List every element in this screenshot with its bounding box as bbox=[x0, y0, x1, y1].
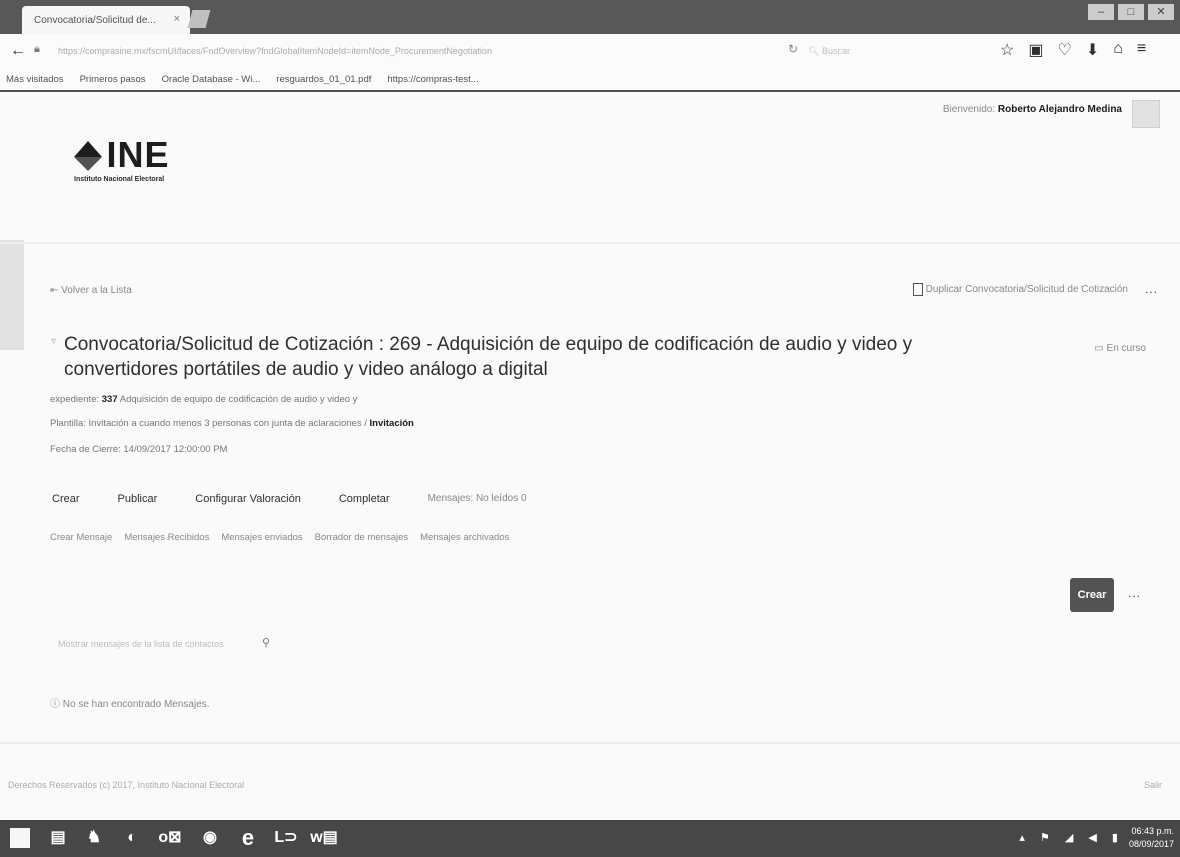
clock[interactable]: 06:43 p.m. 08/09/2017 bbox=[1129, 825, 1174, 851]
main-tabs: Crear Publicar Configurar Valoración Com… bbox=[52, 493, 565, 505]
search-input[interactable]: 🔍︎ Buscar bbox=[808, 41, 968, 61]
bookmark-item[interactable]: https://compras-test... bbox=[387, 74, 478, 85]
style-label: Plantilla: Invitación a cuando menos 3 p… bbox=[50, 418, 367, 429]
copyright-text: Derechos Reservados (c) 2017, Instituto … bbox=[8, 780, 245, 790]
page-title: Convocatoria/Solicitud de Cotización : 2… bbox=[64, 334, 913, 380]
page-root: Convocatoria/Solicitud de... × – □ ✕ ← 🔒… bbox=[0, 0, 1180, 857]
back-arrow-icon[interactable]: ← bbox=[10, 42, 26, 60]
user-name[interactable]: Roberto Alejandro Medina bbox=[998, 104, 1122, 115]
bookmark-item[interactable]: Oracle Database - Wi... bbox=[162, 74, 261, 85]
browser-nav-bar: ← 🔒︎ https://comprasine.mx/fscmUI/faces/… bbox=[0, 34, 1180, 69]
subtab-recibidos[interactable]: Mensajes Recibidos bbox=[124, 532, 209, 543]
status-badge: ▭ En curso bbox=[1094, 343, 1146, 354]
internet-explorer-icon[interactable]: e bbox=[234, 825, 262, 851]
bookmark-item[interactable]: Primeros pasos bbox=[80, 74, 146, 85]
subtab-archivados[interactable]: Mensajes archivados bbox=[420, 532, 509, 543]
side-handle[interactable] bbox=[0, 240, 24, 350]
app-icon[interactable]: ♞ bbox=[80, 825, 108, 851]
firefox-icon[interactable]: ◐ bbox=[118, 825, 146, 851]
bookmark-star-icon[interactable]: ☆ bbox=[1000, 40, 1014, 60]
clock-time: 06:43 p.m. bbox=[1131, 826, 1174, 836]
new-tab-button[interactable] bbox=[187, 10, 211, 28]
duplicate-link[interactable]: Duplicar Convocatoria/Solicitud de Cotiz… bbox=[912, 283, 1128, 296]
tab-publicar[interactable]: Publicar bbox=[118, 493, 158, 505]
subtab-enviados[interactable]: Mensajes enviados bbox=[221, 532, 302, 543]
document-icon bbox=[912, 283, 923, 296]
lock-icon[interactable]: 🔒︎ bbox=[34, 43, 40, 56]
menu-icon[interactable]: ≡ bbox=[1137, 40, 1146, 60]
pocket-icon[interactable]: ♡ bbox=[1057, 40, 1071, 60]
search-placeholder: Buscar bbox=[821, 46, 850, 56]
bookmarks-bar: Más visitados Primeros pasos Oracle Data… bbox=[0, 68, 1180, 92]
greeting-prefix: Bienvenido: bbox=[942, 104, 996, 115]
close-date: Fecha de Cierre: 14/09/2017 12:00:00 PM bbox=[50, 444, 228, 455]
style-value: Invitación bbox=[369, 418, 414, 429]
contact-filter[interactable]: Mostrar mensajes de la lista de contacto… bbox=[58, 639, 224, 649]
ine-logo-icon bbox=[74, 141, 102, 171]
bookmark-item[interactable]: resguardos_01_01.pdf bbox=[276, 74, 371, 85]
tab-completar[interactable]: Completar bbox=[339, 493, 390, 505]
expediente-value[interactable]: 337 bbox=[102, 394, 118, 405]
message-subtabs: Crear Mensaje Mensajes Recibidos Mensaje… bbox=[50, 532, 521, 543]
duplicate-label: Duplicar Convocatoria/Solicitud de Cotiz… bbox=[925, 284, 1128, 296]
url-bar[interactable]: https://comprasine.mx/fscmUI/faces/FndOv… bbox=[58, 41, 778, 61]
style-line: Plantilla: Invitación a cuando menos 3 p… bbox=[50, 418, 414, 429]
lync-icon[interactable]: L⊃ bbox=[272, 825, 300, 851]
status-text: En curso bbox=[1106, 343, 1146, 354]
ine-logo: INE Instituto Nacional Electoral bbox=[74, 134, 169, 183]
empty-state: ⓘ No se han encontrado Mensajes. bbox=[50, 695, 210, 710]
filter-icon[interactable]: ⚲ bbox=[262, 636, 270, 649]
word-icon[interactable]: w▤ bbox=[310, 825, 338, 851]
system-tray[interactable]: ▴ ⚑ ◢ ◀ ▮ bbox=[1019, 831, 1124, 844]
browser-tab[interactable]: Convocatoria/Solicitud de... × bbox=[22, 6, 190, 34]
footer-divider bbox=[0, 742, 1180, 744]
taskbar: ▤ ♞ ◐ o⊠ ◉ e L⊃ w▤ ▴ ⚑ ◢ ◀ ▮ 06:43 p.m. … bbox=[0, 820, 1180, 857]
download-icon[interactable]: ⬇ bbox=[1086, 40, 1099, 60]
minimize-icon[interactable]: – bbox=[1088, 4, 1114, 20]
browser-tab-bar: Convocatoria/Solicitud de... × – □ ✕ bbox=[0, 0, 1180, 34]
back-icon: ⇤ bbox=[50, 285, 62, 296]
tab-mensajes[interactable]: Mensajes: No leídos 0 bbox=[428, 493, 527, 505]
header-divider bbox=[0, 242, 1180, 244]
logo-text: INE bbox=[106, 134, 170, 175]
close-tab-icon[interactable]: × bbox=[174, 13, 180, 25]
subtab-borrador[interactable]: Borrador de mensajes bbox=[315, 532, 408, 543]
logo-subtitle: Instituto Nacional Electoral bbox=[74, 176, 165, 183]
create-button[interactable]: Crear bbox=[1070, 578, 1114, 612]
window-controls: – □ ✕ bbox=[1088, 4, 1174, 20]
footer-link[interactable]: Salir bbox=[1144, 780, 1162, 790]
browser-tab-title: Convocatoria/Solicitud de... bbox=[34, 14, 156, 26]
chrome-icon[interactable]: ◉ bbox=[196, 825, 224, 851]
empty-message-text: No se han encontrado Mensajes. bbox=[62, 699, 210, 710]
status-icon: ▭ bbox=[1094, 343, 1107, 354]
clock-date: 08/09/2017 bbox=[1128, 839, 1174, 849]
subtab-crear-mensaje[interactable]: Crear Mensaje bbox=[50, 532, 112, 543]
tab-crear[interactable]: Crear bbox=[52, 493, 80, 505]
more-options-button[interactable]: ... bbox=[1128, 586, 1141, 600]
start-button[interactable] bbox=[10, 828, 30, 848]
avatar[interactable] bbox=[1132, 100, 1160, 128]
browser-toolbar: ☆ ▣ ♡ ⬇ ⌂ ≡ bbox=[1000, 40, 1146, 60]
expediente-desc: Adquisición de equipo de codificación de… bbox=[119, 394, 358, 405]
more-actions-button[interactable]: ... bbox=[1145, 282, 1158, 296]
bookmark-item[interactable]: Más visitados bbox=[6, 74, 64, 85]
tab-configurar-valoracion[interactable]: Configurar Valoración bbox=[195, 493, 301, 505]
maximize-icon[interactable]: □ bbox=[1118, 4, 1144, 20]
collapse-caret-icon[interactable]: ▿ bbox=[51, 336, 56, 347]
outlook-icon[interactable]: o⊠ bbox=[156, 825, 184, 851]
home-icon[interactable]: ⌂ bbox=[1113, 40, 1123, 60]
info-icon: ⓘ bbox=[50, 699, 63, 710]
file-explorer-icon[interactable]: ▤ bbox=[44, 825, 72, 851]
close-window-icon[interactable]: ✕ bbox=[1148, 4, 1174, 20]
back-to-list-link[interactable]: ⇤ Volver a la Lista bbox=[50, 285, 132, 296]
clipboard-icon[interactable]: ▣ bbox=[1028, 40, 1043, 60]
expediente-label: expediente: bbox=[50, 394, 100, 405]
expediente-line: expediente: 337 Adquisición de equipo de… bbox=[50, 394, 357, 405]
user-greeting: Bienvenido: Roberto Alejandro Medina bbox=[943, 104, 1122, 115]
back-label: Volver a la Lista bbox=[61, 285, 132, 296]
reload-icon[interactable]: ↻ bbox=[788, 42, 798, 56]
